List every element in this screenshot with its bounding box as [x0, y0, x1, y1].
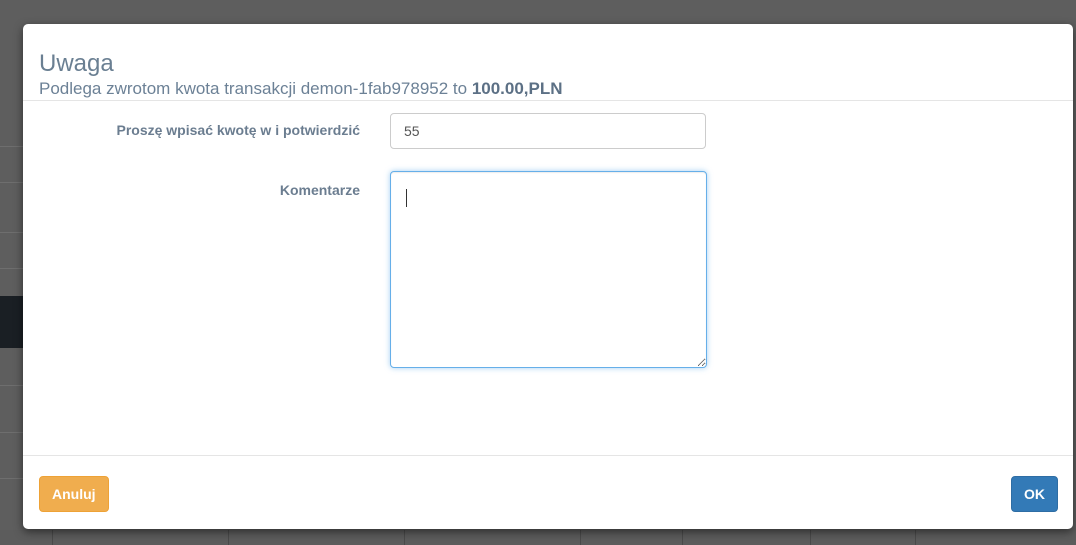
background-divider — [0, 268, 24, 269]
refund-info-amount: 100.00,PLN — [471, 79, 563, 98]
background-table-bottom — [0, 530, 1076, 545]
text-caret — [406, 189, 407, 207]
modal-footer: Anuluj OK — [23, 455, 1073, 529]
background-divider — [0, 385, 24, 386]
background-divider — [0, 432, 24, 433]
background-divider — [0, 478, 24, 479]
refund-info-text: Podlega zwrotom kwota transakcji demon-1… — [39, 79, 563, 99]
modal-title: Uwaga — [39, 50, 114, 77]
background-divider — [0, 232, 24, 233]
background-divider — [0, 146, 24, 147]
refund-modal: Uwaga Podlega zwrotom kwota transakcji d… — [23, 24, 1073, 529]
cancel-button[interactable]: Anuluj — [39, 476, 109, 512]
background-divider — [0, 182, 24, 183]
comment-label: Komentarze — [279, 182, 360, 198]
ok-button[interactable]: OK — [1011, 476, 1058, 512]
comment-textarea[interactable] — [390, 171, 707, 368]
amount-input[interactable] — [390, 113, 706, 149]
modal-body: Podlega zwrotom kwota transakcji demon-1… — [23, 79, 1073, 455]
amount-label: Proszę wpisać kwotę w i potwierdzić — [116, 122, 360, 138]
refund-info-prefix: Podlega zwrotom kwota transakcji demon-1… — [39, 79, 472, 98]
background-table-header — [0, 296, 24, 348]
